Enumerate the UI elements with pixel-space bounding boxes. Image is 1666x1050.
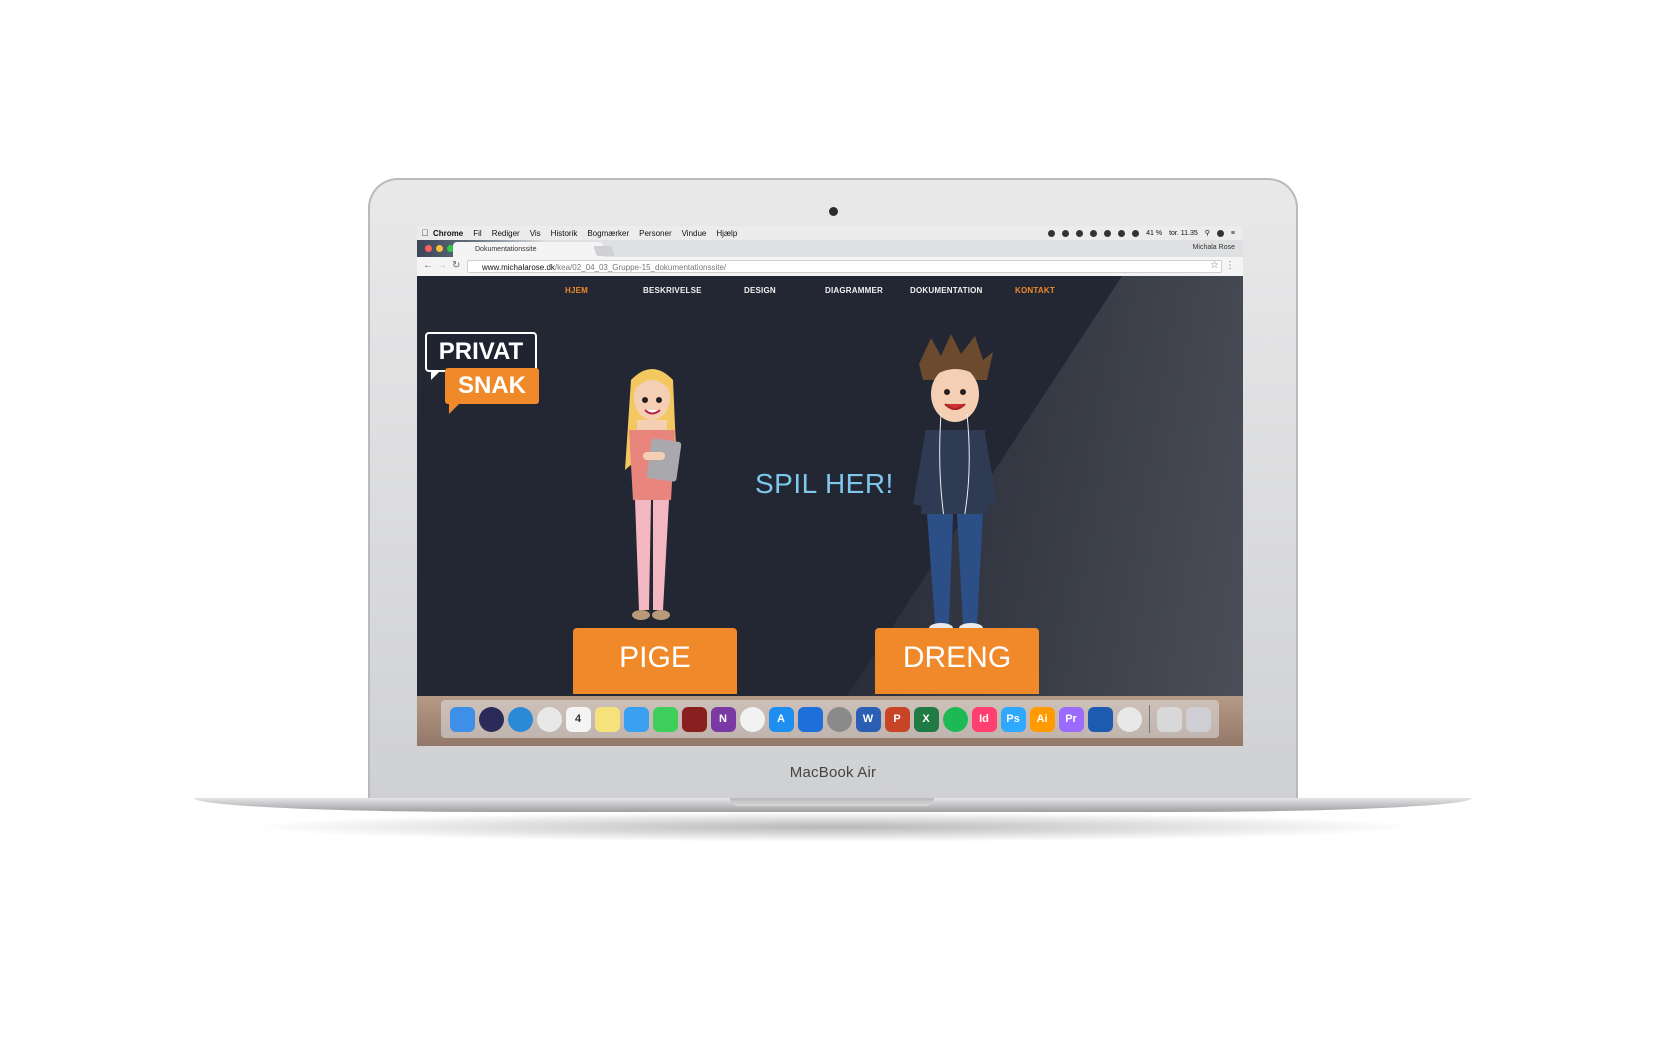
browser-tab-strip: Dokumentationssite Michala Rose	[417, 240, 1243, 257]
girl-character-illustration	[625, 369, 682, 620]
menu-item-rediger[interactable]: Rediger	[492, 229, 520, 238]
camera	[829, 207, 838, 216]
browser-tab[interactable]: Dokumentationssite	[453, 242, 603, 257]
reload-icon[interactable]: ↻	[452, 260, 460, 271]
trash-icon[interactable]	[1185, 706, 1211, 732]
calendar-icon[interactable]: 4	[565, 706, 591, 732]
url-domain: www.michalarose.dk	[482, 263, 555, 272]
back-icon[interactable]: ←	[423, 260, 433, 271]
macos-dock-area: 4 N A W P X Id Ps Ai Pr	[417, 696, 1243, 746]
laptop-open-notch	[730, 798, 934, 806]
word-icon[interactable]: W	[855, 706, 881, 732]
privat-snak-logo[interactable]: PRIVAT SNAK	[425, 332, 539, 414]
dropbox-tray-icon[interactable]	[1062, 229, 1070, 237]
browser-toolbar: ← → ↻ www.michalarose.dk/kea/02_04_03_Gr…	[417, 257, 1243, 277]
downloads-icon[interactable]	[1156, 706, 1182, 732]
notification-center-icon[interactable]: ≡	[1231, 230, 1235, 237]
tab-title: Dokumentationssite	[475, 246, 537, 253]
nav-kontakt[interactable]: KONTAKT	[1015, 286, 1055, 295]
messages-icon[interactable]	[623, 706, 649, 732]
apple-icon[interactable]: 	[417, 228, 433, 238]
nav-beskrivelse[interactable]: BESKRIVELSE	[643, 286, 702, 295]
browser-menu-icon[interactable]: ⋮	[1225, 260, 1235, 271]
finder-icon[interactable]	[449, 706, 475, 732]
boy-character-illustration	[913, 334, 997, 633]
bluetooth-icon[interactable]	[1090, 229, 1098, 237]
logo-bubble-tail-orange	[449, 404, 459, 414]
photoshop-icon[interactable]: Ps	[1000, 706, 1026, 732]
laptop-screen:  Chrome Fil Rediger Vis Historik Bogmær…	[417, 226, 1243, 746]
volume-icon[interactable]	[1132, 229, 1140, 237]
website-content: HJEM BESKRIVELSE DESIGN DIAGRAMMER DOKUM…	[417, 276, 1243, 696]
spotify-icon[interactable]	[942, 706, 968, 732]
menu-app-name[interactable]: Chrome	[433, 229, 463, 238]
macbook-brand-label: MacBook Air	[789, 764, 877, 781]
close-window-icon[interactable]	[425, 245, 432, 252]
time-machine-icon[interactable]	[1076, 229, 1084, 237]
macos-dock: 4 N A W P X Id Ps Ai Pr	[441, 700, 1219, 738]
siri-icon[interactable]	[478, 706, 504, 732]
menu-item-historik[interactable]: Historik	[551, 229, 578, 238]
chrome-icon[interactable]	[536, 706, 562, 732]
forward-icon[interactable]: →	[437, 260, 447, 271]
facetime-icon[interactable]	[652, 706, 678, 732]
play-headline[interactable]: SPIL HER!	[755, 468, 894, 500]
onenote-icon[interactable]: N	[710, 706, 736, 732]
chrome-icon[interactable]	[1116, 706, 1142, 732]
menu-item-vis[interactable]: Vis	[530, 229, 541, 238]
indesign-icon[interactable]: Id	[971, 706, 997, 732]
menu-item-fil[interactable]: Fil	[473, 229, 481, 238]
new-tab-button[interactable]	[593, 246, 615, 256]
illustrator-icon[interactable]: Ai	[1029, 706, 1055, 732]
laptop-shadow	[240, 812, 1426, 842]
photobooth-icon[interactable]	[681, 706, 707, 732]
url-path: /kea/02_04_03_Gruppe-15_dokumentationssi…	[554, 263, 727, 272]
siri-tray-icon[interactable]	[1216, 229, 1224, 237]
profile-name[interactable]: Michala Rose	[1193, 244, 1235, 251]
nav-hjem[interactable]: HJEM	[565, 286, 588, 295]
bookmark-star-icon[interactable]: ☆	[1210, 260, 1219, 271]
dropbox-icon[interactable]	[797, 706, 823, 732]
safari-icon[interactable]	[507, 706, 533, 732]
photos-icon[interactable]	[739, 706, 765, 732]
powerpoint-icon[interactable]: P	[884, 706, 910, 732]
logo-bubble-tail	[431, 370, 441, 380]
menu-item-hjaelp[interactable]: Hjælp	[716, 229, 737, 238]
menu-item-bogmaerker[interactable]: Bogmærker	[587, 229, 629, 238]
wifi-icon[interactable]	[1104, 229, 1112, 237]
excel-icon[interactable]: X	[913, 706, 939, 732]
dock-separator	[1148, 705, 1150, 733]
menu-item-personer[interactable]: Personer	[639, 229, 671, 238]
nav-design[interactable]: DESIGN	[744, 286, 776, 295]
nav-dokumentation[interactable]: DOKUMENTATION	[910, 286, 983, 295]
clock[interactable]: tor. 11.35	[1169, 230, 1198, 237]
address-bar[interactable]: www.michalarose.dk/kea/02_04_03_Gruppe-1…	[467, 260, 1222, 273]
spotlight-icon[interactable]: ⚲	[1205, 229, 1210, 237]
appstore-icon[interactable]: A	[768, 706, 794, 732]
notes-icon[interactable]	[594, 706, 620, 732]
menu-item-vindue[interactable]: Vindue	[682, 229, 707, 238]
logo-snak: SNAK	[445, 368, 539, 404]
creative-cloud-icon[interactable]	[1048, 229, 1056, 237]
preferences-icon[interactable]	[826, 706, 852, 732]
menu-status-area: 41 % tor. 11.35 ⚲ ≡	[1048, 226, 1235, 240]
macos-menu-bar:  Chrome Fil Rediger Vis Historik Bogmær…	[417, 226, 1243, 240]
girl-button[interactable]: PIGE	[573, 628, 737, 694]
premiere-icon[interactable]: Pr	[1058, 706, 1084, 732]
battery-percentage[interactable]: 41 %	[1146, 230, 1162, 237]
nav-diagrammer[interactable]: DIAGRAMMER	[825, 286, 883, 295]
airplay-icon[interactable]	[1118, 229, 1126, 237]
screenshot-icon[interactable]	[1087, 706, 1113, 732]
logo-privat: PRIVAT	[425, 332, 537, 372]
minimize-window-icon[interactable]	[436, 245, 443, 252]
boy-button[interactable]: DRENG	[875, 628, 1039, 694]
